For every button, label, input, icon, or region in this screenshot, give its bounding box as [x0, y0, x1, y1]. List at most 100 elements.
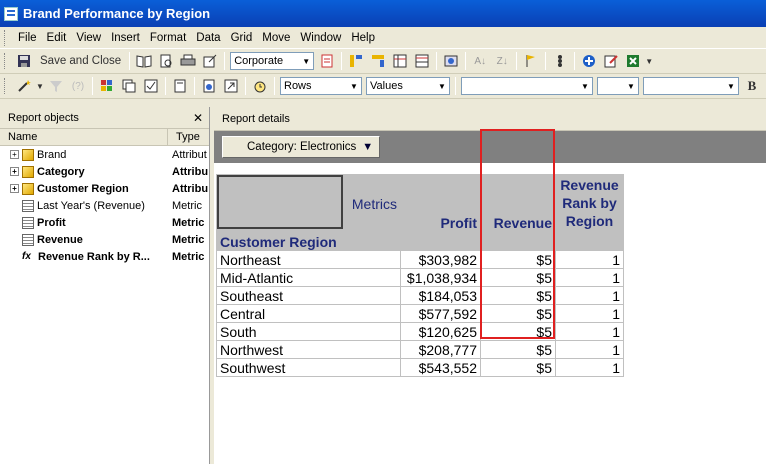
menu-grid[interactable]: Grid — [226, 32, 258, 44]
export-icon[interactable] — [200, 51, 220, 71]
expand-icon[interactable]: + — [10, 184, 19, 193]
menu-move[interactable]: Move — [257, 32, 295, 44]
header-filler — [400, 232, 481, 251]
menu-format[interactable]: Format — [145, 32, 191, 44]
tree-item-brand[interactable]: + Brand Attribut — [0, 146, 209, 163]
menu-view[interactable]: View — [71, 32, 106, 44]
column-header-name[interactable]: Name — [0, 129, 168, 145]
metrics-header[interactable]: Metrics — [346, 174, 401, 233]
open-book-icon[interactable] — [134, 51, 154, 71]
link-icon[interactable] — [221, 76, 241, 96]
menu-help[interactable]: Help — [346, 32, 380, 44]
swap-icon[interactable] — [368, 51, 388, 71]
pivot-icon[interactable] — [346, 51, 366, 71]
column-header-type[interactable]: Type — [168, 129, 209, 145]
rank-cell[interactable]: 1 — [555, 268, 624, 287]
font-size-select[interactable]: ▼ — [597, 77, 639, 95]
rows-select[interactable]: Rows ▼ — [280, 77, 362, 95]
print-icon[interactable] — [178, 51, 198, 71]
menu-window[interactable]: Window — [295, 32, 346, 44]
page-by-selector[interactable]: Category: Electronics ▼ — [222, 136, 381, 158]
rank-cell[interactable]: 1 — [555, 286, 624, 305]
menu-data[interactable]: Data — [191, 32, 225, 44]
filter-icon[interactable] — [46, 76, 66, 96]
image-icon[interactable] — [441, 51, 461, 71]
help-icon[interactable]: (?) — [68, 76, 88, 96]
expand-icon[interactable]: + — [10, 167, 19, 176]
tree-item-profit[interactable]: Profit Metric — [0, 214, 209, 231]
edit-note-icon[interactable] — [601, 51, 621, 71]
row-label[interactable]: Central — [216, 304, 401, 323]
chevron-down-icon: ▼ — [438, 81, 446, 91]
rank-cell[interactable]: 1 — [555, 358, 624, 377]
sort-ascending-icon[interactable]: A↓ — [470, 51, 490, 71]
column-header-profit[interactable]: Profit — [400, 174, 481, 232]
save-icon[interactable] — [14, 51, 34, 71]
rank-cell[interactable]: 1 — [555, 304, 624, 323]
tree-item-customer-region[interactable]: + Customer Region Attribu — [0, 180, 209, 197]
profit-cell[interactable]: $120,625 — [400, 322, 481, 341]
tree-item-revenue[interactable]: Revenue Metric — [0, 231, 209, 248]
thresholds-icon[interactable] — [550, 51, 570, 71]
bold-button[interactable]: B — [742, 76, 762, 96]
menu-insert[interactable]: Insert — [106, 32, 145, 44]
profit-cell[interactable]: $577,592 — [400, 304, 481, 323]
revenue-cell[interactable]: $5 — [480, 268, 556, 287]
print-preview-icon[interactable] — [156, 51, 176, 71]
profit-cell[interactable]: $208,777 — [400, 340, 481, 359]
rank-cell[interactable]: 1 — [555, 250, 624, 269]
document-icon[interactable] — [170, 76, 190, 96]
panel-header: Report objects ✕ — [0, 107, 209, 129]
rank-cell[interactable]: 1 — [555, 340, 624, 359]
revenue-cell[interactable]: $5 — [480, 286, 556, 305]
grid-layout-icon[interactable] — [390, 51, 410, 71]
revenue-cell[interactable]: $5 — [480, 250, 556, 269]
alarm-clock-icon[interactable] — [250, 76, 270, 96]
row-label[interactable]: Southwest — [216, 358, 401, 377]
checklist-icon[interactable] — [141, 76, 161, 96]
rank-cell[interactable]: 1 — [555, 322, 624, 341]
tree-item-category[interactable]: + Category Attribu — [0, 163, 209, 180]
row-label[interactable]: Southeast — [216, 286, 401, 305]
profit-cell[interactable]: $1,038,934 — [400, 268, 481, 287]
revenue-cell[interactable]: $5 — [480, 358, 556, 377]
grid-bands-icon[interactable] — [412, 51, 432, 71]
chevron-down-icon[interactable]: ▼ — [36, 76, 44, 96]
sort-descending-icon[interactable]: Z↓ — [492, 51, 512, 71]
tree-item-revenue-rank[interactable]: fx Revenue Rank by R... Metric — [0, 248, 209, 265]
flag-icon[interactable] — [521, 51, 541, 71]
values-select[interactable]: Values ▼ — [366, 77, 450, 95]
profit-cell[interactable]: $303,982 — [400, 250, 481, 269]
row-label[interactable]: Mid-Atlantic — [216, 268, 401, 287]
tree-item-last-years-revenue[interactable]: Last Year's (Revenue) Metric — [0, 197, 209, 214]
profit-cell[interactable]: $184,053 — [400, 286, 481, 305]
autostyle-icon[interactable] — [317, 51, 337, 71]
chevron-down-icon[interactable]: ▼ — [645, 51, 653, 71]
menu-edit[interactable]: Edit — [42, 32, 72, 44]
row-label[interactable]: Northwest — [216, 340, 401, 359]
close-icon[interactable]: ✕ — [193, 111, 203, 125]
row-label[interactable]: South — [216, 322, 401, 341]
pages-icon[interactable] — [119, 76, 139, 96]
profit-cell[interactable]: $543,552 — [400, 358, 481, 377]
row-header-customer-region[interactable]: Customer Region — [216, 232, 401, 251]
separator — [165, 77, 166, 95]
style-select[interactable]: Corporate ▼ — [230, 52, 315, 70]
revenue-cell[interactable]: $5 — [480, 340, 556, 359]
notes-icon[interactable] — [199, 76, 219, 96]
add-icon[interactable] — [579, 51, 599, 71]
font-select[interactable]: ▼ — [461, 77, 593, 95]
palette-icon[interactable] — [97, 76, 117, 96]
expand-icon[interactable]: + — [10, 150, 19, 159]
wand-icon[interactable] — [14, 76, 34, 96]
save-and-close-button[interactable]: Save and Close — [36, 51, 125, 71]
excel-export-icon[interactable] — [623, 51, 643, 71]
column-header-revenue[interactable]: Revenue — [480, 174, 556, 232]
font-color-select[interactable]: ▼ — [643, 77, 739, 95]
revenue-cell[interactable]: $5 — [480, 322, 556, 341]
attribute-icon — [22, 148, 34, 161]
column-header-revenue-rank[interactable]: Revenue Rank by Region — [555, 174, 624, 232]
revenue-cell[interactable]: $5 — [480, 304, 556, 323]
row-label[interactable]: Northeast — [216, 250, 401, 269]
menu-file[interactable]: File — [13, 32, 42, 44]
